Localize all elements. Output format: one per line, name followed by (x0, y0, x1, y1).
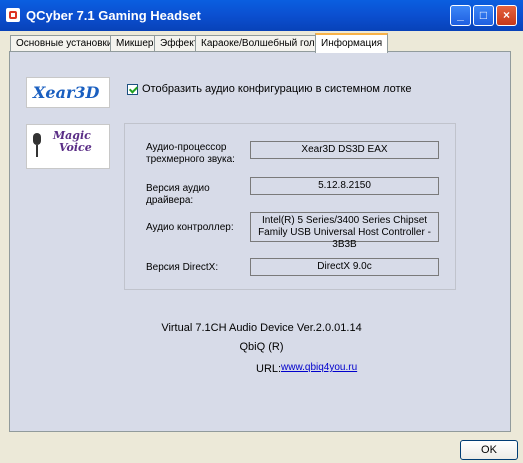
device-version-text: Virtual 7.1CH Audio Device Ver.2.0.01.14 (161, 322, 362, 334)
window-title: QCyber 7.1 Gaming Headset (26, 8, 201, 23)
tray-config-checkbox[interactable] (127, 84, 138, 95)
microphone-icon (33, 133, 41, 157)
processor-label: Аудио-процессор трехмерного звука: (146, 142, 235, 165)
xear-logo-3d: 3D (74, 83, 100, 102)
tab-basic-settings[interactable]: Основные установки (10, 35, 119, 52)
directx-value: DirectX 9.0c (250, 258, 439, 276)
maximize-button[interactable]: □ (473, 5, 494, 26)
voice-logo-text: Voice (59, 141, 92, 154)
tab-mixer[interactable]: Микшер (110, 35, 160, 52)
magic-voice-logo: Magic Voice (26, 124, 110, 169)
close-button[interactable]: × (496, 5, 517, 26)
ok-button[interactable]: OK (460, 440, 518, 460)
titlebar: QCyber 7.1 Gaming Headset _ □ × (0, 0, 523, 31)
company-text: QbiQ (R) (239, 341, 284, 353)
xear3d-logo: Xear3D (26, 77, 110, 108)
controller-label: Аудио контроллер: (146, 222, 234, 233)
tab-karaoke[interactable]: Караоке/Волшебный голос (195, 35, 332, 52)
minimize-button[interactable]: _ (450, 5, 471, 26)
tab-information[interactable]: Информация (315, 33, 389, 53)
driver-version-value: 5.12.8.2150 (250, 177, 439, 195)
processor-value: Xear3D DS3D EAX (250, 141, 439, 159)
driver-version-label: Версия аудио драйвера: (146, 183, 210, 206)
window: QCyber 7.1 Gaming Headset _ □ × Основные… (0, 0, 523, 463)
url-label: URL: (256, 363, 282, 375)
app-icon (6, 8, 20, 22)
xear-logo-text: Xear (33, 83, 75, 102)
directx-label: Версия DirectX: (146, 262, 219, 273)
website-link[interactable]: www.qbiq4you.ru (281, 362, 357, 373)
tray-config-label: Отобразить аудио конфигурацию в системно… (142, 83, 412, 95)
controller-value: Intel(R) 5 Series/3400 Series Chipset Fa… (250, 212, 439, 250)
